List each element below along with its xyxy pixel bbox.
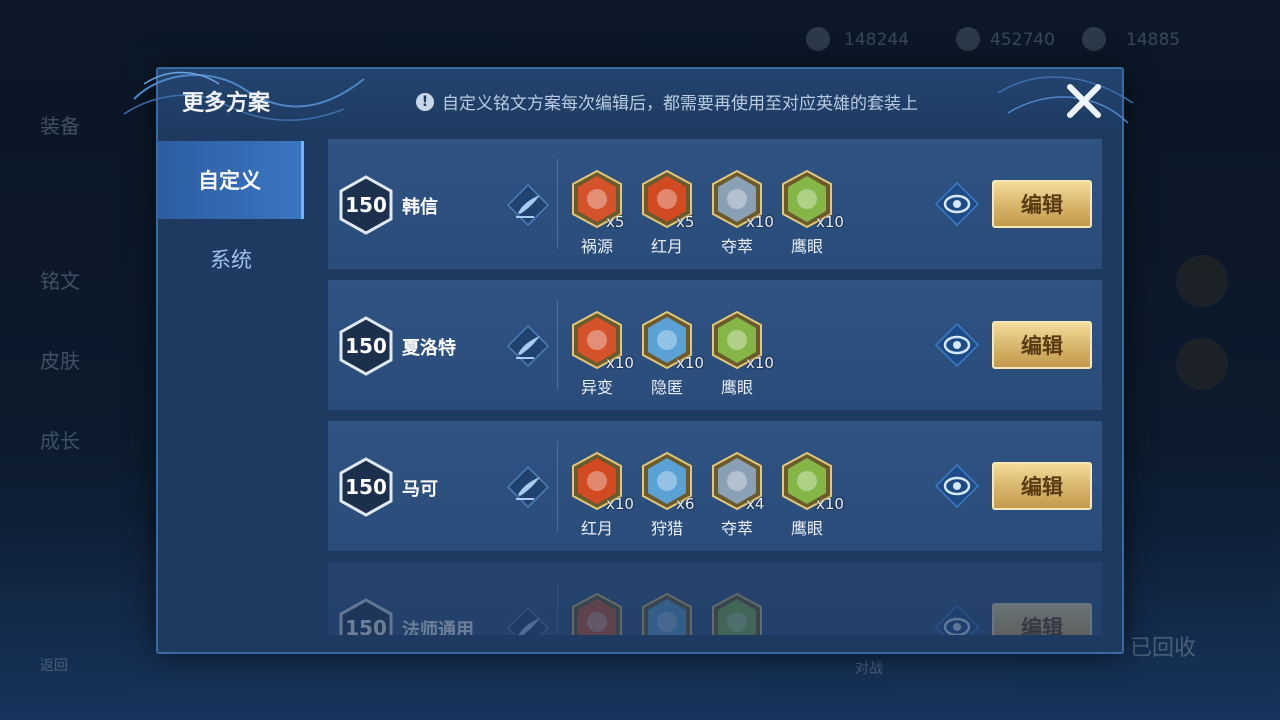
- rune-name: 夺萃: [720, 237, 753, 256]
- rune-icon: [642, 592, 692, 635]
- rune-item[interactable]: x4 夺萃: [710, 451, 765, 538]
- rename-quill-icon[interactable]: [504, 604, 552, 635]
- rune-count: x10: [746, 213, 774, 231]
- resource-value: 14885: [1126, 30, 1181, 50]
- preview-eye-icon[interactable]: [934, 322, 980, 368]
- plan-row: 150 韩信 x5 祸源 x5 红月 x10 夺萃 x10 鹰眼 编辑: [328, 139, 1102, 269]
- background-avatar: [1176, 255, 1228, 307]
- rune-item[interactable]: [570, 592, 624, 635]
- background-battle-label: 对战: [855, 661, 883, 677]
- tab-system[interactable]: 系统: [158, 219, 304, 299]
- rune-item[interactable]: x10 夺萃: [710, 169, 774, 256]
- rune-item[interactable]: x10 红月: [570, 451, 634, 538]
- edit-notice: ! 自定义铭文方案每次编辑后，都需要再使用至对应英雄的套装上: [416, 89, 918, 114]
- rune-item[interactable]: x6 狩猎: [640, 451, 695, 538]
- rune-count: x5: [606, 213, 625, 231]
- edit-button[interactable]: 编辑: [992, 603, 1092, 635]
- dialog-header: 更多方案 ! 自定义铭文方案每次编辑后，都需要再使用至对应英雄的套装上: [124, 69, 1134, 129]
- gem-icon: [1082, 27, 1106, 51]
- rename-quill-icon[interactable]: [504, 322, 552, 370]
- rune-name: 鹰眼: [790, 237, 823, 256]
- rune-count: x6: [676, 495, 695, 513]
- rune-level: 150: [345, 616, 387, 635]
- preview-eye-icon[interactable]: [934, 181, 980, 227]
- diamond-icon: [956, 27, 980, 51]
- rune-level: 150: [345, 334, 387, 358]
- rune-count: x10: [606, 354, 634, 372]
- rune-count: x4: [746, 495, 765, 513]
- background-side-label: 铭文: [40, 269, 80, 293]
- plan-row: 150 马可 x10 红月 x6 狩猎 x4 夺萃 x10 鹰眼 编辑: [328, 421, 1102, 551]
- row-divider: [557, 300, 558, 390]
- rune-list: x5 祸源 x5 红月 x10 夺萃 x10 鹰眼: [570, 169, 844, 256]
- rune-count: x10: [816, 213, 844, 231]
- rune-name: 鹰眼: [720, 378, 753, 397]
- rune-item[interactable]: [710, 592, 764, 635]
- row-divider: [557, 441, 558, 531]
- rune-count: x10: [816, 495, 844, 513]
- rune-count: x10: [746, 354, 774, 372]
- edit-button[interactable]: 编辑: [992, 321, 1092, 369]
- row-divider: [557, 159, 558, 249]
- preview-eye-icon[interactable]: [934, 604, 980, 635]
- edit-button[interactable]: 编辑: [992, 180, 1092, 228]
- background-avatar: [1176, 338, 1228, 390]
- hero-name: 马可: [402, 479, 438, 500]
- plan-row: 150 夏洛特 x10 异变 x10 隐匿 x10 鹰眼 编辑: [328, 280, 1102, 410]
- rune-name: 鹰眼: [790, 519, 823, 538]
- hero-name: 法师通用: [402, 620, 474, 635]
- rename-quill-icon[interactable]: [504, 181, 552, 229]
- dialog-title: 更多方案: [182, 91, 271, 116]
- rune-icon: [572, 592, 622, 635]
- hero-name: 韩信: [402, 197, 438, 218]
- edit-button[interactable]: 编辑: [992, 462, 1092, 510]
- rune-item[interactable]: [640, 592, 694, 635]
- background-recycled-label: 已回收: [1130, 636, 1197, 661]
- rune-level: 150: [345, 475, 387, 499]
- rune-list: [570, 592, 764, 635]
- rune-list: x10 红月 x6 狩猎 x4 夺萃 x10 鹰眼: [570, 451, 844, 538]
- rune-count: x5: [676, 213, 695, 231]
- hero-name: 夏洛特: [402, 338, 456, 359]
- coin-icon: [806, 27, 830, 51]
- rune-name: 狩猎: [650, 519, 683, 538]
- plan-list[interactable]: 150 韩信 x5 祸源 x5 红月 x10 夺萃 x10 鹰眼 编辑 150 …: [328, 139, 1102, 635]
- rune-level: 150: [345, 193, 387, 217]
- rune-name: 红月: [580, 519, 613, 538]
- background-back-label: 返回: [40, 658, 68, 674]
- rune-count: x10: [606, 495, 634, 513]
- background-side-label: 装备: [40, 114, 80, 138]
- tab-custom[interactable]: 自定义: [158, 141, 304, 219]
- resource-value: 452740: [990, 30, 1055, 50]
- rune-name: 夺萃: [720, 519, 753, 538]
- resource-value: 148244: [844, 30, 909, 50]
- rune-name: 隐匿: [650, 378, 683, 397]
- rune-item[interactable]: x10 鹰眼: [780, 169, 844, 256]
- rune-item[interactable]: x10 异变: [570, 310, 634, 397]
- rune-list: x10 异变 x10 隐匿 x10 鹰眼: [570, 310, 774, 397]
- rune-name: 祸源: [580, 237, 613, 256]
- rune-item[interactable]: x5 祸源: [570, 169, 625, 256]
- rune-name: 异变: [580, 378, 613, 397]
- rune-item[interactable]: x10 隐匿: [640, 310, 704, 397]
- row-divider: [557, 582, 558, 635]
- rune-item[interactable]: x5 红月: [640, 169, 695, 256]
- plan-type-tabs: 自定义 系统: [158, 141, 304, 299]
- info-icon: !: [416, 92, 434, 111]
- rune-item[interactable]: x10 鹰眼: [710, 310, 774, 397]
- rune-item[interactable]: x10 鹰眼: [780, 451, 844, 538]
- background-side-label: 皮肤: [40, 349, 80, 373]
- rename-quill-icon[interactable]: [504, 463, 552, 511]
- background-side-label: 成长: [40, 429, 80, 453]
- rune-count: x10: [676, 354, 704, 372]
- preview-eye-icon[interactable]: [934, 463, 980, 509]
- rune-name: 红月: [650, 237, 683, 256]
- rune-icon: [712, 592, 762, 635]
- notice-text: 自定义铭文方案每次编辑后，都需要再使用至对应英雄的套装上: [442, 94, 918, 114]
- plan-row: 150 法师通用 编辑: [328, 562, 1102, 635]
- more-plans-dialog: 更多方案 ! 自定义铭文方案每次编辑后，都需要再使用至对应英雄的套装上 自定义 …: [124, 67, 1134, 654]
- close-button[interactable]: [1062, 79, 1106, 123]
